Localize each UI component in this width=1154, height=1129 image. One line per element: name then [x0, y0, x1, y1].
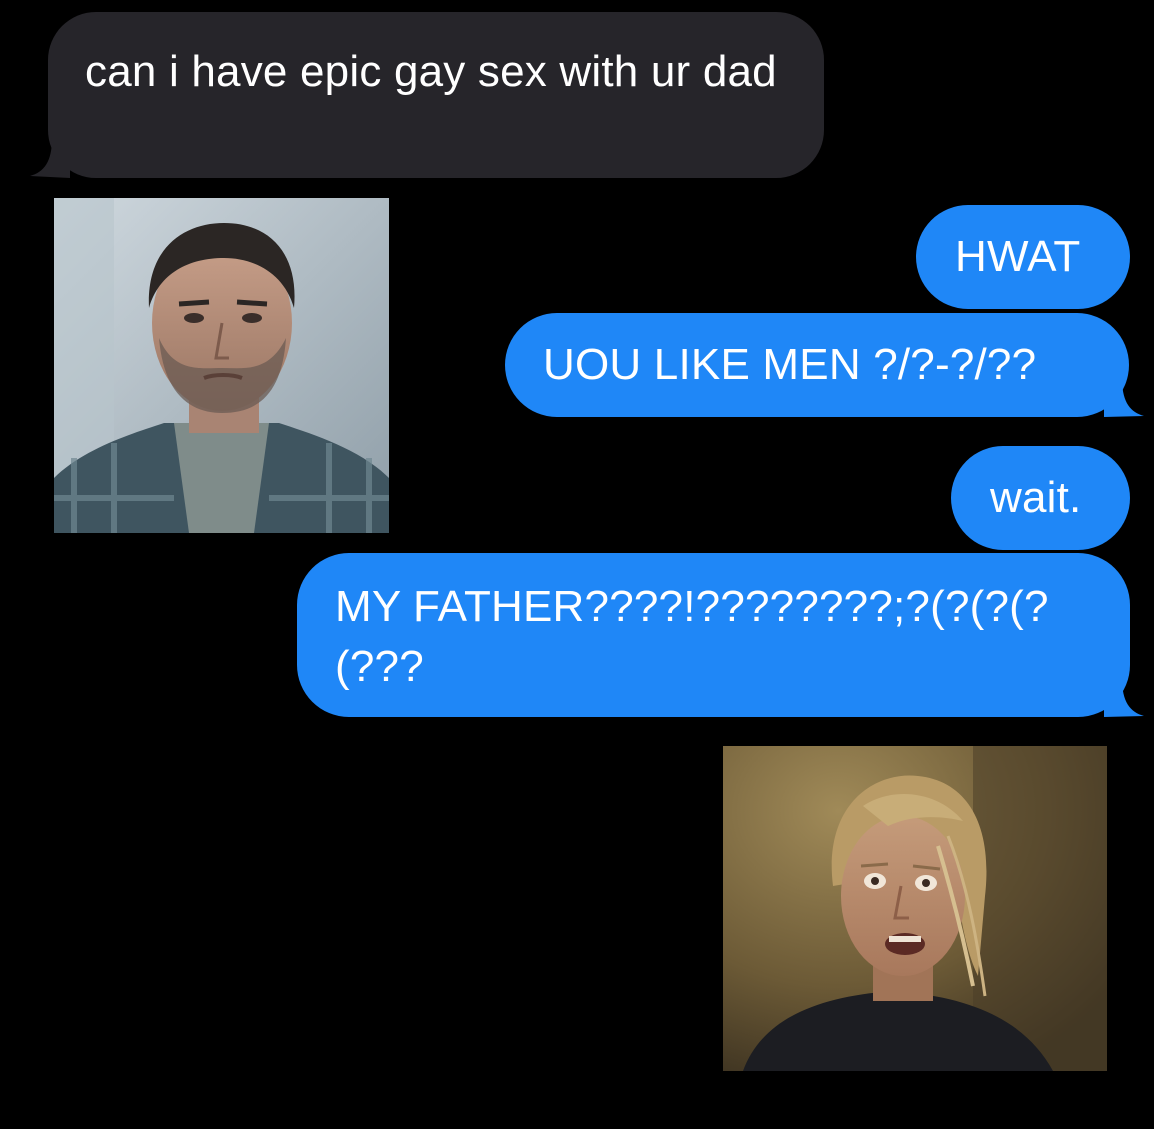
outgoing-bubble-tail: [1104, 678, 1144, 717]
photo-shocked-woman[interactable]: [723, 746, 1107, 1071]
incoming-bubble-tail: [30, 138, 70, 178]
outgoing-message-bubble[interactable]: wait.: [951, 446, 1130, 550]
message-text: HWAT: [955, 232, 1081, 281]
outgoing-message-bubble[interactable]: MY FATHER????!????????;?(?(?(?(???: [297, 553, 1130, 717]
outgoing-message-bubble[interactable]: UOU LIKE MEN ?/?-?/??: [505, 313, 1129, 417]
photo-man-plaid-shirt-icon: [54, 198, 389, 533]
incoming-message-bubble[interactable]: can i have epic gay sex with ur dad: [48, 12, 824, 178]
photo-man-plaid-shirt[interactable]: [54, 198, 389, 533]
message-text: MY FATHER????!????????;?(?(?(?(???: [335, 582, 1049, 691]
outgoing-bubble-tail: [1104, 378, 1144, 417]
photo-shocked-woman-icon: [723, 746, 1107, 1071]
message-text: UOU LIKE MEN ?/?-?/??: [543, 340, 1037, 389]
message-text: wait.: [990, 473, 1082, 522]
outgoing-message-bubble[interactable]: HWAT: [916, 205, 1130, 309]
message-text: can i have epic gay sex with ur dad: [85, 47, 777, 96]
